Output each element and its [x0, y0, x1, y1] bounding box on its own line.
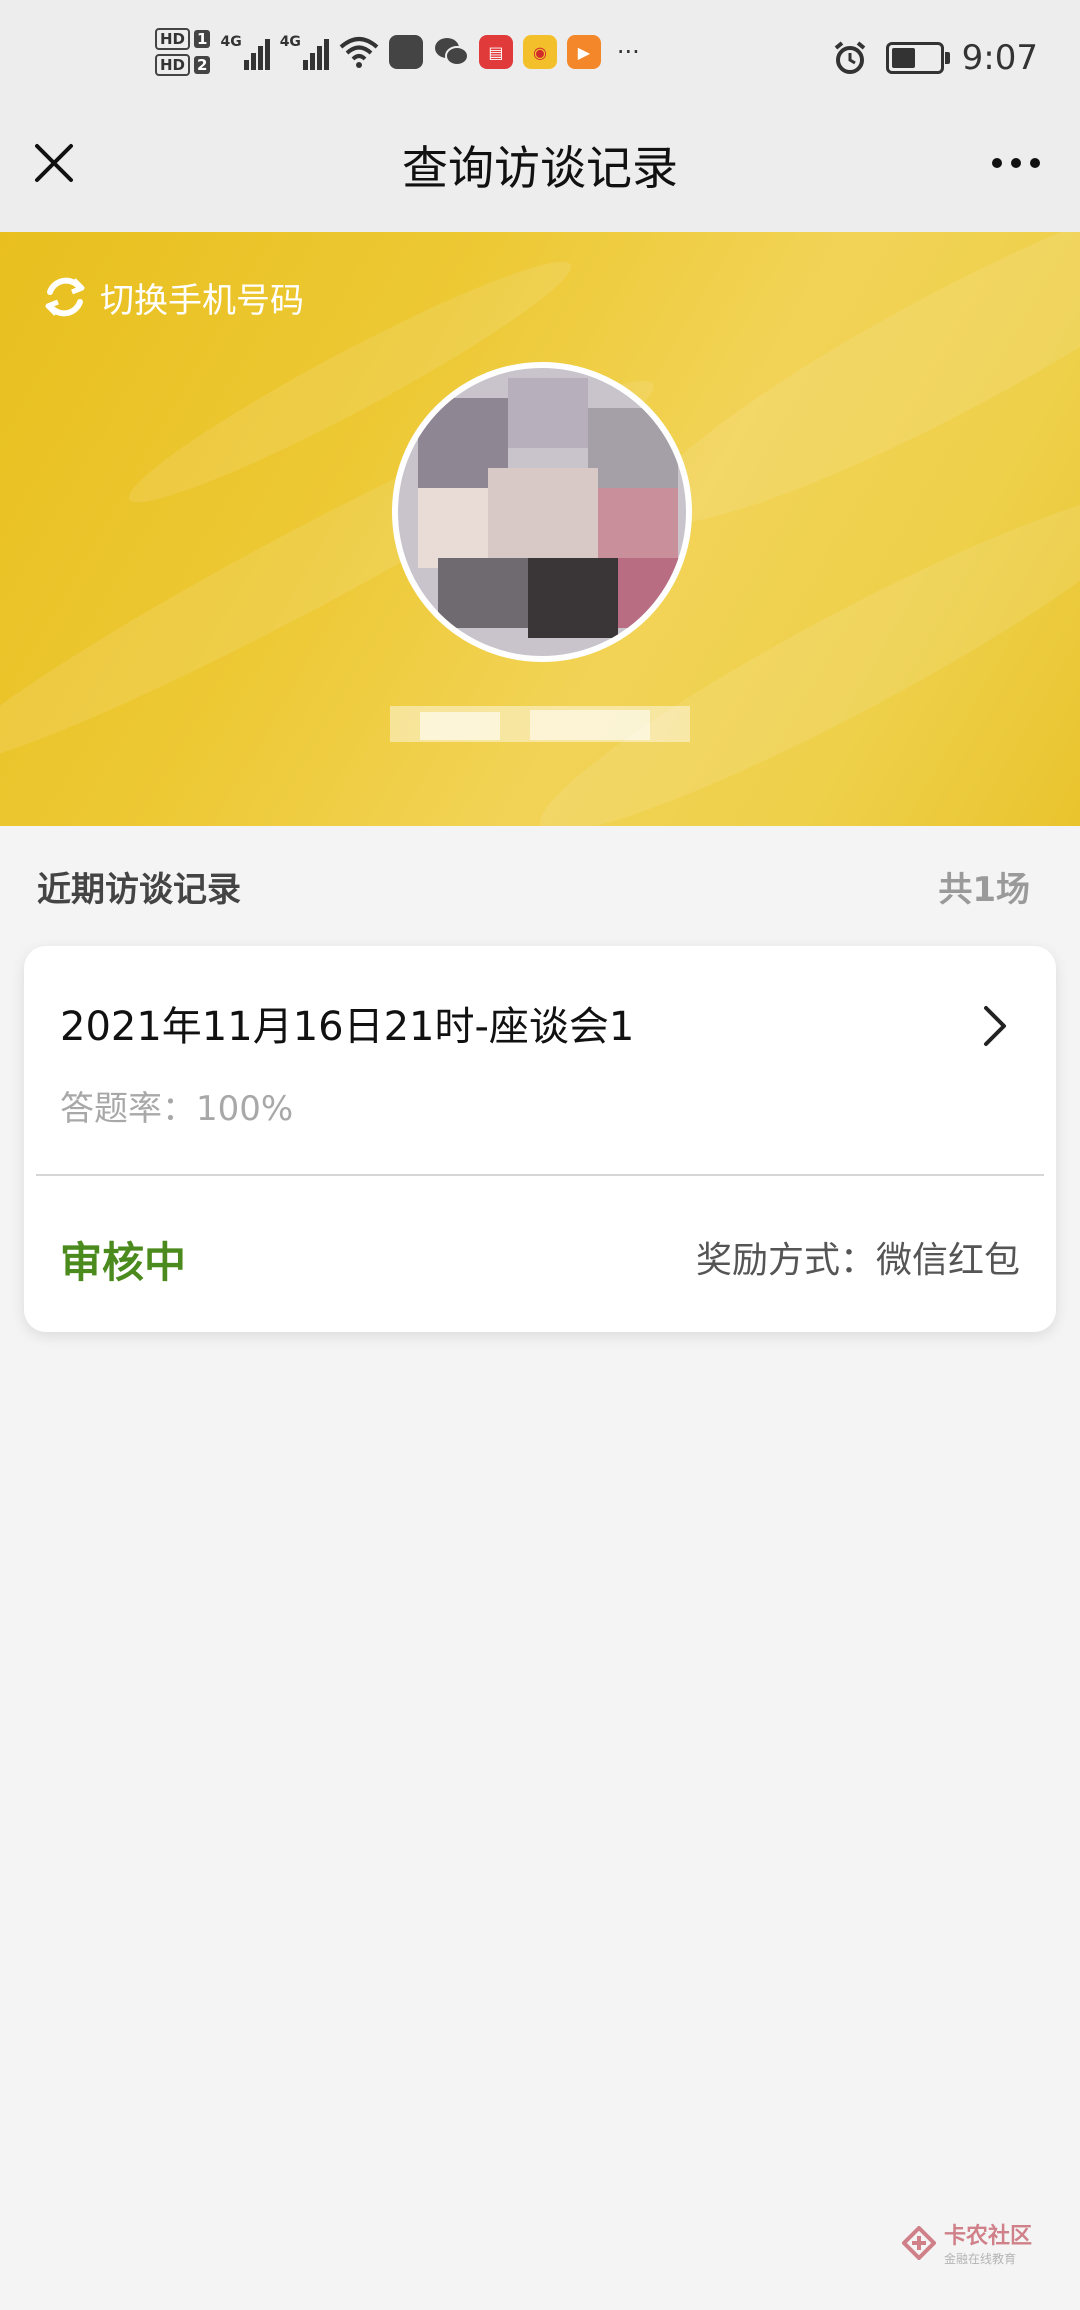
dot-icon: [1030, 158, 1040, 168]
dot-icon: [1011, 158, 1021, 168]
more-notifications-icon: ···: [616, 38, 640, 66]
divider: [36, 1174, 1044, 1176]
watermark-logo-icon: [901, 2225, 936, 2260]
page-title: 查询访谈记录: [402, 141, 678, 195]
weibo-icon: ◉: [522, 35, 557, 69]
review-status: 审核中: [60, 1238, 187, 1287]
video-app-icon: ▶: [566, 35, 601, 69]
book-app-icon: ▤: [478, 35, 513, 69]
more-options-button[interactable]: [992, 158, 1040, 168]
avatar: [392, 362, 692, 662]
signal-icon: 4G: [280, 34, 329, 70]
sim1-indicator: HD 1: [155, 28, 211, 50]
battery-icon: [885, 42, 950, 74]
switch-phone-label: 切换手机号码: [100, 280, 304, 321]
record-count: 共1场: [938, 870, 1030, 910]
sim-indicators: HD 1 HD 2: [155, 28, 211, 76]
wifi-icon: [339, 37, 379, 68]
answer-rate: 答题率：100%: [60, 1089, 294, 1129]
interview-record-card[interactable]: 2021年11月16日21时-座谈会1 答题率：100% 审核中 奖励方式：微信…: [24, 946, 1056, 1332]
reward-method: 奖励方式：微信红包: [695, 1240, 1020, 1281]
signal-icon: 4G: [220, 34, 270, 70]
record-title: 2021年11月16日21时-座谈会1: [60, 1004, 635, 1050]
refresh-icon: [45, 277, 85, 317]
section-title: 近期访谈记录: [37, 870, 241, 910]
switch-phone-link[interactable]: 切换手机号码: [40, 272, 304, 322]
alarm-icon: [834, 41, 865, 74]
sim2-indicator: HD 2: [155, 54, 211, 76]
watermark-text: 卡农社区: [943, 2224, 1032, 2249]
watermark: 卡农社区 金融在线教育: [901, 2218, 1032, 2267]
phone-number-blurred: [390, 706, 690, 742]
dot-icon: [992, 158, 1002, 168]
status-icons-left: HD 1 HD 2 4G 4G ▤ ◉ ▶ ···: [155, 28, 640, 76]
status-icons-right: 9:07: [832, 38, 1038, 78]
watermark-subtext: 金融在线教育: [943, 2252, 1016, 2266]
wechat-icon: [434, 38, 469, 66]
huawei-app-icon: [388, 35, 423, 69]
status-bar: HD 1 HD 2 4G 4G ▤ ◉ ▶ ··· 9:07: [0, 0, 1080, 125]
chevron-right-icon[interactable]: [980, 1004, 1010, 1048]
clock: 9:07: [961, 38, 1038, 78]
